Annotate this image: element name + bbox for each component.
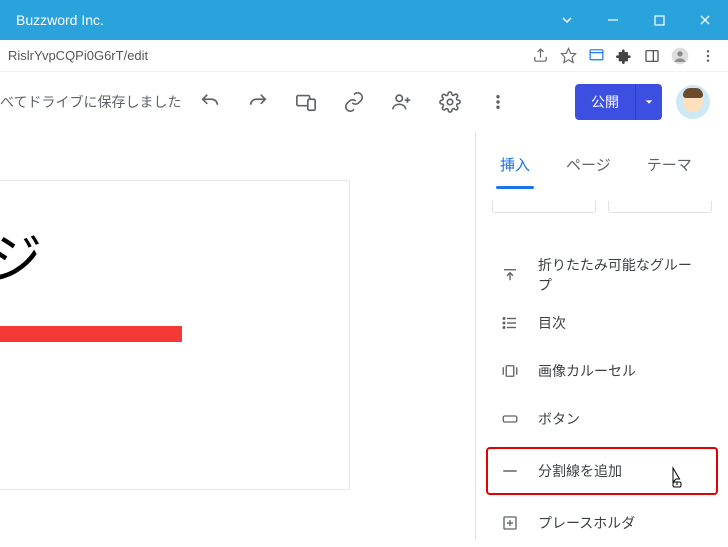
undo-button[interactable] bbox=[188, 82, 232, 122]
insert-item-label: プレースホルダ bbox=[538, 513, 635, 533]
canvas-area[interactable]: ジ bbox=[0, 132, 476, 540]
insert-toc[interactable]: 目次 bbox=[488, 299, 716, 347]
address-bar: RislrYvpCQPi0G6rT/edit bbox=[0, 40, 728, 72]
insert-item-label: 折りたたみ可能なグループ bbox=[538, 255, 704, 295]
window-title: Buzzword Inc. bbox=[16, 12, 544, 28]
chip-placeholder-2[interactable] bbox=[608, 201, 712, 213]
publish-label: 公開 bbox=[591, 92, 619, 112]
extensions-icon[interactable] bbox=[610, 42, 638, 70]
star-icon[interactable] bbox=[554, 42, 582, 70]
sidepanel-icon[interactable] bbox=[638, 42, 666, 70]
insert-item-label: 分割線を追加 bbox=[538, 461, 622, 481]
settings-button[interactable] bbox=[428, 82, 472, 122]
url-text[interactable]: RislrYvpCQPi0G6rT/edit bbox=[8, 48, 526, 63]
tab-theme[interactable]: テーマ bbox=[641, 154, 698, 189]
page-heading[interactable]: ジ bbox=[0, 215, 349, 294]
insert-item-label: 目次 bbox=[538, 313, 566, 333]
side-tabs: 挿入 ページ テーマ bbox=[476, 154, 728, 189]
insert-item-label: 画像カルーセル bbox=[538, 361, 636, 381]
carousel-icon bbox=[500, 361, 520, 381]
chrome-menu-icon[interactable] bbox=[694, 42, 722, 70]
publish-group: 公開 bbox=[575, 84, 662, 120]
tab-insert[interactable]: 挿入 bbox=[494, 154, 536, 189]
publish-dropdown[interactable] bbox=[636, 84, 662, 120]
window-dropdown[interactable] bbox=[544, 0, 590, 40]
placeholder-icon bbox=[500, 513, 520, 533]
window-minimize[interactable] bbox=[590, 0, 636, 40]
window-close[interactable] bbox=[682, 0, 728, 40]
top-chips bbox=[476, 189, 728, 213]
insert-item-label: ボタン bbox=[538, 409, 580, 429]
app-toolbar: べてドライブに保存しました 公開 bbox=[0, 72, 728, 132]
save-status: べてドライブに保存しました bbox=[0, 92, 186, 112]
window-maximize[interactable] bbox=[636, 0, 682, 40]
insert-collapsible-group[interactable]: 折りたたみ可能なグループ bbox=[488, 251, 716, 299]
red-block[interactable] bbox=[0, 326, 182, 342]
insert-carousel[interactable]: 画像カルーセル bbox=[488, 347, 716, 395]
list-icon bbox=[500, 313, 520, 333]
insert-button[interactable]: ボタン bbox=[488, 395, 716, 443]
page-frame[interactable]: ジ bbox=[0, 180, 350, 490]
account-avatar[interactable] bbox=[676, 85, 710, 119]
divider-icon bbox=[500, 461, 520, 481]
insert-divider[interactable]: 分割線を追加 bbox=[486, 447, 718, 495]
collapse-icon bbox=[500, 265, 520, 285]
chip-placeholder-1[interactable] bbox=[492, 201, 596, 213]
insert-list: 折りたたみ可能なグループ 目次 画像カルーセル ボタン bbox=[476, 213, 728, 547]
tablet-icon[interactable] bbox=[582, 42, 610, 70]
share-person-button[interactable] bbox=[380, 82, 424, 122]
publish-button[interactable]: 公開 bbox=[575, 84, 636, 120]
device-preview-button[interactable] bbox=[284, 82, 328, 122]
link-button[interactable] bbox=[332, 82, 376, 122]
more-button[interactable] bbox=[476, 82, 520, 122]
button-icon bbox=[500, 409, 520, 429]
side-panel: 挿入 ページ テーマ 折りたたみ可能なグループ 目次 bbox=[476, 132, 728, 540]
share-icon[interactable] bbox=[526, 42, 554, 70]
redo-button[interactable] bbox=[236, 82, 280, 122]
window-titlebar: Buzzword Inc. bbox=[0, 0, 728, 40]
profile-icon[interactable] bbox=[666, 42, 694, 70]
tab-page[interactable]: ページ bbox=[560, 154, 617, 189]
